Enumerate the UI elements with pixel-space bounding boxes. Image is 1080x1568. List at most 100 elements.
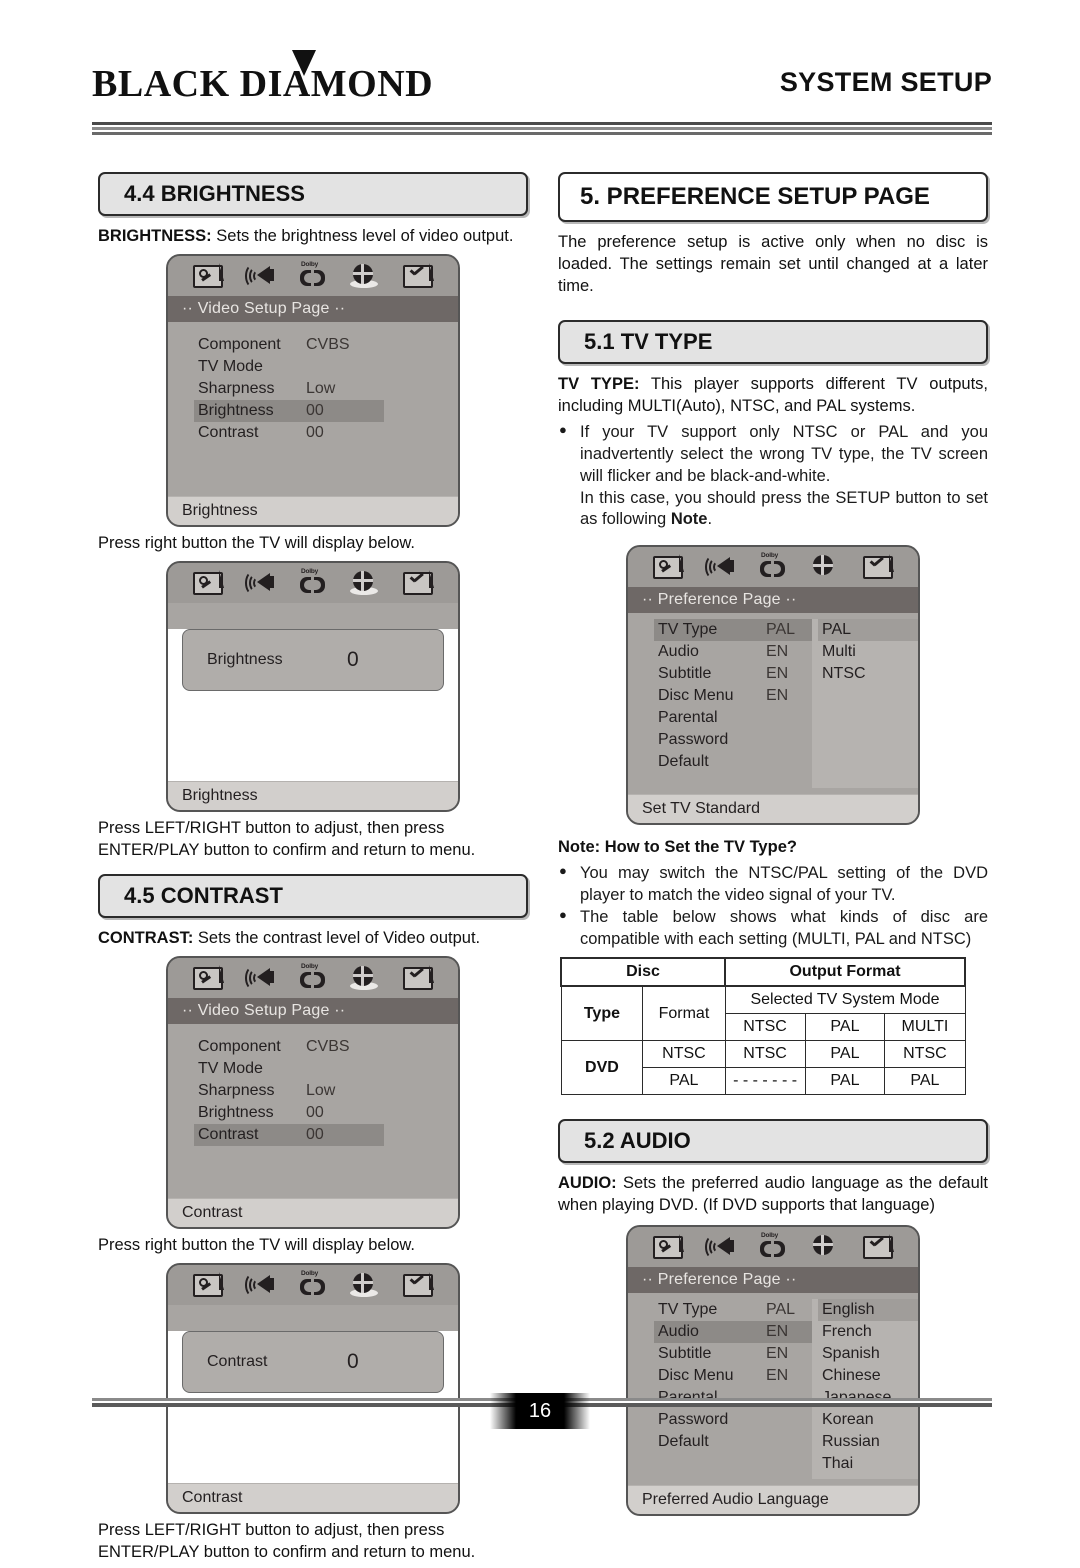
brightness-description-text: Sets the brightness level of video outpu… — [211, 227, 514, 245]
tvtype-bullet-1-text: If your TV support only NTSC or PAL and … — [580, 422, 988, 485]
osd-submenu-item[interactable]: Spanish — [818, 1343, 918, 1365]
osd-item-value: 00 — [306, 423, 324, 441]
osd-body: Brightness 0 — [168, 628, 458, 781]
preference-setup-icon — [401, 262, 435, 289]
section-heading-audio: 5.2 AUDIO — [558, 1119, 988, 1164]
osd-item-label: Subtitle — [658, 665, 712, 683]
osd-item-value: CVBS — [306, 1037, 350, 1055]
osd-submenu-item-selected[interactable]: PAL — [818, 619, 918, 642]
section-heading-tv-type: 5.1 TV TYPE — [558, 319, 988, 364]
audio-setup-icon — [704, 554, 738, 580]
osd-item-value: PAL — [766, 621, 796, 639]
dolby-digital-icon: Dolby — [296, 568, 330, 596]
table-cell-format: NTSC — [642, 1040, 726, 1069]
value-label: Brightness — [207, 650, 283, 668]
brightness-mid-instruction: Press right button the TV will display b… — [98, 533, 416, 552]
table-mode-col-multi: MULTI — [884, 1013, 966, 1042]
osd-menu-item[interactable]: TV Mode — [194, 1058, 384, 1080]
osd-item-value: EN — [766, 1366, 789, 1384]
table-cell-value: NTSC — [884, 1040, 966, 1069]
osd-menu-list: Component CVBS TV Mode Sharpness Low Brigh… — [168, 1036, 458, 1146]
table-cell-value: PAL — [804, 1067, 886, 1096]
osd-item-value: EN — [766, 665, 789, 683]
osd-brightness-adjust: Dolby Brightness 0 Brightness — [166, 560, 460, 812]
osd-submenu-item[interactable]: French — [818, 1321, 918, 1343]
osd-body: Component CVBS TV Mode Sharpness Low Brigh… — [168, 321, 458, 496]
osd-item-label: TV Type — [658, 1300, 718, 1318]
table-header-selected-mode: Selected TV System Mode — [724, 985, 966, 1015]
table-cell-value: NTSC — [724, 1040, 806, 1069]
osd-item-label: Default — [658, 753, 709, 771]
osd-item-label: Password — [658, 1410, 729, 1428]
osd-submenu-item-selected[interactable]: English — [818, 1298, 918, 1321]
osd-item-label: Default — [658, 1432, 709, 1450]
osd-item-label: TV Mode — [198, 1059, 263, 1077]
osd-status-bar: Brightness — [168, 780, 458, 810]
osd-item-label: Disc Menu — [658, 1366, 734, 1384]
table-cell-value: PAL — [884, 1067, 966, 1096]
osd-menu-item[interactable]: TV Mode — [194, 356, 384, 378]
osd-status-bar: Contrast — [168, 1197, 458, 1227]
osd-menu-item[interactable]: Contrast 00 — [194, 422, 384, 444]
osd-item-value: EN — [766, 643, 789, 661]
value-adjust-box[interactable]: Contrast 0 — [182, 1330, 444, 1393]
value-adjust-box[interactable]: Brightness 0 — [182, 628, 444, 691]
preference-setup-icon — [401, 1271, 435, 1298]
osd-item-label: Contrast — [198, 1125, 259, 1143]
contrast-description: CONTRAST: Sets the contrast level of Vid… — [98, 928, 528, 950]
osd-item-label: Component — [198, 1037, 281, 1055]
osd-menu-item[interactable]: Component CVBS — [194, 1036, 384, 1058]
osd-video-setup-contrast: Dolby ·· Video Setup Page ·· Component CV… — [166, 955, 460, 1229]
tvtype-bullet-1-continued: In this case, you should press the SETUP… — [558, 488, 988, 532]
note-period: . — [707, 510, 713, 529]
osd-submenu-tv-type: PAL Multi NTSC — [812, 619, 918, 789]
contrast-mid-instruction: Press right button the TV will display b… — [98, 1235, 416, 1254]
audio-description: AUDIO: Sets the preferred audio language… — [558, 1173, 988, 1217]
tvtype-bullet-1-cont-text: In this case, you should press the SETUP… — [580, 488, 988, 529]
osd-status-bar: Preferred Audio Language — [628, 1484, 918, 1514]
right-column: 5. PREFERENCE SETUP PAGE The preference … — [558, 172, 988, 1522]
osd-submenu-item[interactable]: Russian — [818, 1431, 918, 1453]
osd-item-label: Audio — [658, 643, 699, 661]
osd-icon-bar: Dolby — [168, 562, 458, 603]
osd-menu-item[interactable]: Component CVBS — [194, 334, 384, 356]
brightness-outro-instruction: Press LEFT/RIGHT button to adjust, then … — [98, 818, 476, 859]
osd-menu-item-selected[interactable]: Brightness 00 — [194, 399, 384, 422]
note-title: Note: How to Set the TV Type? — [558, 838, 797, 857]
osd-submenu-item[interactable]: Multi — [818, 641, 918, 663]
table-row: DVD NTSC NTSC PAL NTSC — [560, 1040, 966, 1096]
tvtype-term: TV TYPE: — [558, 374, 640, 393]
osd-item-label: TV Mode — [198, 357, 263, 375]
osd-menu-item[interactable]: Sharpness Low — [194, 1080, 384, 1102]
osd-item-label: Audio — [658, 1322, 699, 1340]
value-display: 0 — [347, 1349, 359, 1373]
osd-menu-item[interactable]: Brightness 00 — [194, 1102, 384, 1124]
osd-item-label: TV Type — [658, 621, 718, 639]
osd-item-label: Sharpness — [198, 379, 275, 397]
osd-submenu-item[interactable]: NTSC — [818, 663, 918, 685]
osd-item-label: Brightness — [198, 401, 274, 419]
osd-item-value: CVBS — [306, 335, 350, 353]
osd-status-bar: Brightness — [168, 495, 458, 525]
osd-item-label: Component — [198, 335, 281, 353]
osd-submenu-audio-language: English French Spanish Chinese Japanese … — [812, 1298, 918, 1479]
osd-item-label: Contrast — [198, 423, 259, 441]
osd-item-value: 00 — [306, 401, 324, 419]
osd-submenu-item[interactable]: Korean — [818, 1409, 918, 1431]
osd-submenu-item[interactable]: Thai — [818, 1453, 918, 1475]
osd-preference-tv-type: Dolby ·· Preference Page ·· TV Type PAL A… — [626, 545, 920, 826]
osd-menu-list: Component CVBS TV Mode Sharpness Low Brigh… — [168, 334, 458, 444]
osd-menu-item[interactable]: Sharpness Low — [194, 378, 384, 400]
audio-setup-icon — [244, 570, 278, 596]
osd-body: TV Type PAL Audio EN Subtitle EN Disc Menu E… — [628, 613, 918, 795]
osd-menu-item-selected[interactable]: Contrast 00 — [194, 1123, 384, 1146]
osd-item-label: Password — [658, 731, 729, 749]
osd-icon-bar: Dolby — [168, 1264, 458, 1305]
video-setup-icon — [808, 554, 842, 580]
osd-submenu-item[interactable]: Chinese — [818, 1365, 918, 1387]
audio-setup-icon — [244, 965, 278, 991]
note-emphasis: Note — [670, 510, 708, 529]
video-setup-icon — [808, 1234, 842, 1260]
osd-icon-bar: Dolby — [168, 255, 458, 296]
table-mode-col-pal: PAL — [804, 1013, 886, 1042]
